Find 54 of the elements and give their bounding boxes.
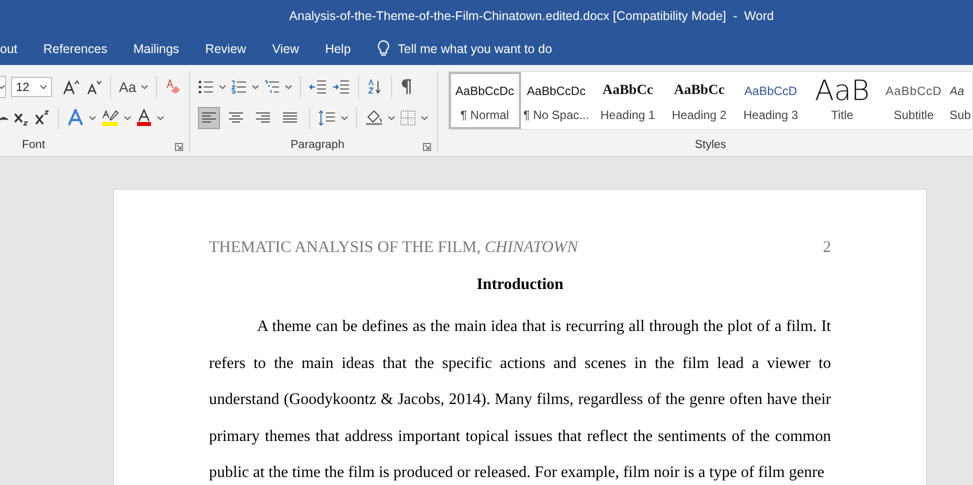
increase-indent-icon[interactable]	[332, 80, 350, 94]
style-item[interactable]: AaBbCcDc ¶ Normal	[449, 72, 520, 129]
highlighter-icon[interactable]	[101, 108, 119, 126]
ribbon-tab[interactable]: Help	[312, 32, 364, 65]
change-case-button[interactable]: Aa	[119, 78, 136, 94]
lightbulb-icon[interactable]	[376, 40, 390, 57]
caret-icon[interactable]	[341, 116, 348, 120]
bullets-icon[interactable]	[198, 80, 214, 94]
ribbon-tab[interactable]: Mailings	[120, 32, 192, 65]
dialog-launcher-icon[interactable]	[175, 143, 183, 151]
align-button[interactable]	[198, 106, 220, 128]
running-header: THEMATIC ANALYSIS OF THE FILM, CHINATOWN	[209, 237, 578, 257]
shading-icon[interactable]	[365, 109, 383, 126]
grow-font-icon[interactable]	[63, 78, 81, 94]
shrink-font-icon[interactable]	[86, 78, 102, 94]
group-label: Styles	[694, 139, 726, 151]
font-size-field[interactable]: 12	[11, 76, 52, 96]
sort-icon[interactable]	[367, 78, 383, 94]
font-color-icon[interactable]	[136, 108, 152, 126]
caret-icon[interactable]	[252, 84, 259, 88]
caret-icon[interactable]	[141, 84, 148, 88]
body-paragraph: A theme can be defines as the main idea that is recurring all through the plot of a film. It refers to the main ideas that the specific actions and scenes in the film lead a viewer to understand (Goodykoontz & Jacobs, 2014). Many films, regardless of the genre often have their primary themes that address important topical issues that reflect the sentiments of the common public at the time the film is produced or released. For example, film noir is a type of film genre	[209, 317, 831, 483]
ribbon-tab[interactable]: References	[30, 32, 120, 65]
dialog-launcher-icon[interactable]	[423, 143, 431, 151]
eraser-icon[interactable]	[165, 78, 182, 94]
caret-icon[interactable]	[89, 116, 96, 120]
caret-icon[interactable]	[219, 84, 226, 88]
multilevel-list-icon[interactable]	[264, 80, 280, 94]
line-spacing-icon[interactable]	[318, 110, 336, 126]
caret-icon[interactable]	[388, 116, 395, 120]
caret-icon[interactable]	[285, 84, 292, 88]
caret-icon[interactable]	[124, 116, 131, 120]
ribbon-tab[interactable]: View	[259, 32, 312, 65]
decrease-indent-icon[interactable]	[309, 80, 327, 94]
text-alignment-icon	[255, 110, 271, 124]
window-title: Analysis-of-the-Theme-of-the-Film-Chinatown.edited.docx [Compatibility Mode] - Word	[289, 9, 774, 23]
text-alignment-icon	[282, 110, 298, 124]
caret-icon[interactable]	[157, 116, 164, 120]
borders-icon[interactable]	[400, 110, 416, 126]
ribbon-tab[interactable]: Review	[192, 32, 260, 65]
page-number: 2	[822, 237, 831, 257]
text-alignment-icon	[201, 110, 217, 124]
group-label: Paragraph	[290, 139, 344, 151]
tell-me-field[interactable]: Tell me what you want to do	[398, 42, 552, 56]
caret-icon[interactable]	[421, 116, 428, 120]
text-alignment-icon	[228, 110, 244, 124]
numbering-icon[interactable]	[231, 80, 247, 94]
ribbon-tab[interactable]: out	[0, 32, 30, 65]
superscript-icon[interactable]	[34, 110, 50, 126]
section-heading: Introduction	[476, 276, 564, 294]
group-label: Font	[22, 139, 46, 151]
caret-icon[interactable]	[40, 84, 47, 88]
paragraph-mark-icon[interactable]	[400, 78, 412, 94]
text-effects-icon[interactable]	[67, 109, 84, 126]
